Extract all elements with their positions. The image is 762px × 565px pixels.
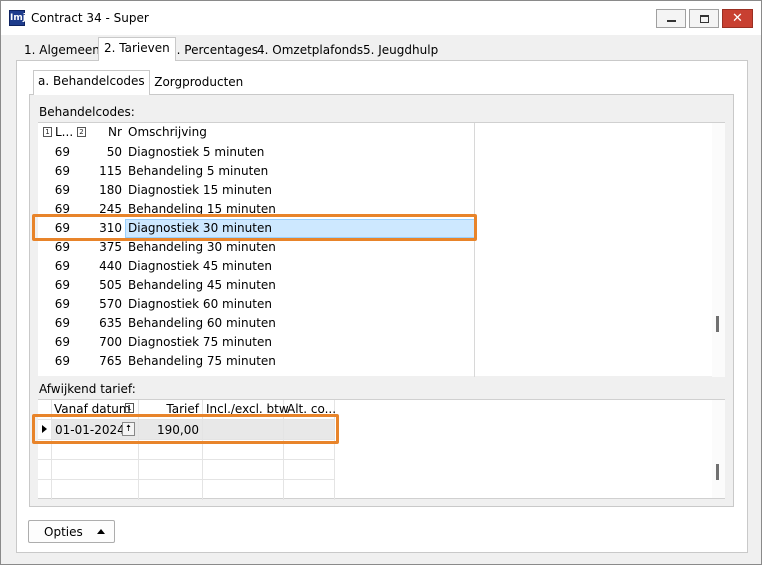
cell-l: 69 (54, 354, 70, 368)
table-row[interactable]: 69 375 Behandeling 30 minuten (38, 238, 475, 257)
table-row[interactable]: 69 180 Diagnostiek 15 minuten (38, 181, 475, 200)
tab-jeugdhulp[interactable]: 5. Jeugdhulp (357, 39, 444, 60)
subtab-zorgproducten[interactable]: b. Zorgproducten (135, 72, 247, 93)
cell-omschrijving: Behandeling 60 minuten (128, 316, 276, 330)
column-header-l[interactable]: L... (55, 123, 73, 142)
tarief-scroll-thumb[interactable] (716, 464, 719, 480)
cell-omschrijving: Behandeling 75 minuten (128, 354, 276, 368)
opties-label: Opties (44, 525, 83, 539)
codes-table: 1 L... 2 Nr Omschrijving 69 50 Diagnosti… (38, 123, 475, 377)
afwijkend-tarief-grid[interactable]: Vanaf datum 1 Tarief Incl./excl. btw Alt… (38, 399, 725, 500)
maximize-icon (700, 15, 709, 23)
table-row[interactable]: 69 505 Behandeling 45 minuten (38, 276, 475, 295)
codes-scrollbar[interactable] (712, 123, 725, 377)
opties-button[interactable]: Opties (28, 520, 115, 543)
sort-1-icon[interactable]: 1 (43, 127, 52, 137)
cell-nr: 700 (99, 335, 122, 349)
cell-l: 69 (54, 278, 70, 292)
table-row[interactable]: 69 115 Behandeling 5 minuten (38, 162, 475, 181)
grid-line (38, 459, 334, 460)
cell-nr: 765 (99, 354, 122, 368)
title-bar: Imj Contract 34 - Super ✕ (1, 1, 761, 35)
cell-omschrijving: Diagnostiek 45 minuten (128, 259, 272, 273)
cell-l: 69 (54, 145, 70, 159)
subtab-behandelcodes[interactable]: a. Behandelcodes (33, 70, 150, 95)
table-row[interactable]: 69 700 Diagnostiek 75 minuten (38, 333, 475, 352)
grid-line (138, 400, 139, 500)
sort-1-icon[interactable]: 1 (125, 403, 134, 413)
cell-omschrijving: Diagnostiek 75 minuten (128, 335, 272, 349)
maximize-button[interactable] (689, 9, 719, 28)
app-logo-icon: Imj (9, 10, 26, 26)
app-window: Imj Contract 34 - Super ✕ 1. Algemeen 2.… (0, 0, 762, 565)
cell-omschrijving: Behandeling 30 minuten (128, 240, 276, 254)
cell-omschrijving: Diagnostiek 5 minuten (128, 145, 265, 159)
codes-scroll-thumb[interactable] (716, 316, 719, 332)
arrow-up-icon: 🠅 (126, 424, 131, 434)
grid-line (51, 400, 52, 500)
table-row[interactable]: 69 245 Behandeling 15 minuten (38, 200, 475, 219)
column-header-alt-co[interactable]: Alt. co... (287, 400, 336, 418)
cell-vanaf-datum[interactable]: 01-01-2024 (55, 420, 125, 438)
cell-omschrijving: Behandeling 15 minuten (128, 202, 276, 216)
behandelcodes-grid[interactable]: 1 L... 2 Nr Omschrijving 69 50 Diagnosti… (38, 122, 725, 377)
tab-percentages[interactable]: 3. Percentages (163, 39, 264, 60)
behandelcodes-label: Behandelcodes: (39, 105, 135, 119)
cell-nr: 310 (99, 221, 122, 235)
column-header-nr[interactable]: Nr (108, 123, 122, 142)
grid-line (38, 479, 334, 480)
grid-line (202, 400, 203, 500)
cell-l: 69 (54, 240, 70, 254)
table-row[interactable]: 69 765 Behandeling 75 minuten (38, 352, 475, 371)
caret-up-icon (97, 529, 105, 534)
cell-l: 69 (54, 335, 70, 349)
cell-l: 69 (54, 183, 70, 197)
table-row[interactable]: 69 50 Diagnostiek 5 minuten (38, 143, 475, 162)
row-pointer-icon (42, 425, 47, 433)
cell-l: 69 (54, 164, 70, 178)
cell-l: 69 (54, 259, 70, 273)
column-header-incl-excl-btw[interactable]: Incl./excl. btw (206, 400, 289, 418)
sort-2-icon[interactable]: 2 (77, 127, 86, 137)
cell-omschrijving: Diagnostiek 60 minuten (128, 297, 272, 311)
table-row[interactable]: 69 635 Behandeling 60 minuten (38, 314, 475, 333)
tab-algemeen[interactable]: 1. Algemeen (18, 39, 106, 60)
column-header-vanaf-datum[interactable]: Vanaf datum (54, 400, 131, 418)
afwijkend-tarief-label: Afwijkend tarief: (39, 382, 136, 396)
tab-tarieven[interactable]: 2. Tarieven (98, 37, 176, 61)
cell-nr: 505 (99, 278, 122, 292)
grid-line (38, 439, 334, 440)
column-header-tarief[interactable]: Tarief (142, 400, 199, 418)
cell-l: 69 (54, 221, 70, 235)
window-title: Contract 34 - Super (31, 11, 149, 25)
cell-nr: 440 (99, 259, 122, 273)
cell-nr: 180 (99, 183, 122, 197)
cell-nr: 245 (99, 202, 122, 216)
column-header-omschrijving[interactable]: Omschrijving (128, 123, 207, 142)
minimize-icon (667, 20, 676, 22)
table-row[interactable]: 69 440 Diagnostiek 45 minuten (38, 257, 475, 276)
close-icon: ✕ (732, 11, 743, 26)
cell-omschrijving: Diagnostiek 30 minuten (128, 221, 272, 235)
cell-omschrijving: Behandeling 5 minuten (128, 164, 269, 178)
cell-nr: 635 (99, 316, 122, 330)
cell-nr: 375 (99, 240, 122, 254)
table-row-selected[interactable]: 69 310 Diagnostiek 30 minuten (38, 219, 475, 238)
cell-nr: 570 (99, 297, 122, 311)
close-button[interactable]: ✕ (722, 9, 753, 28)
cell-tarief[interactable]: 190,00 (142, 420, 199, 438)
cell-omschrijving: Behandeling 45 minuten (128, 278, 276, 292)
date-picker-button[interactable]: 🠅 (122, 422, 135, 436)
minimize-button[interactable] (656, 9, 686, 28)
table-row[interactable]: 69 570 Diagnostiek 60 minuten (38, 295, 475, 314)
cell-l: 69 (54, 316, 70, 330)
cell-nr: 50 (106, 145, 122, 159)
tarief-scrollbar[interactable] (712, 400, 725, 498)
tab-omzetplafonds[interactable]: 4. Omzetplafonds (251, 39, 369, 60)
cell-nr: 115 (99, 164, 122, 178)
cell-omschrijving: Diagnostiek 15 minuten (128, 183, 272, 197)
cell-l: 69 (54, 202, 70, 216)
cell-l: 69 (54, 297, 70, 311)
